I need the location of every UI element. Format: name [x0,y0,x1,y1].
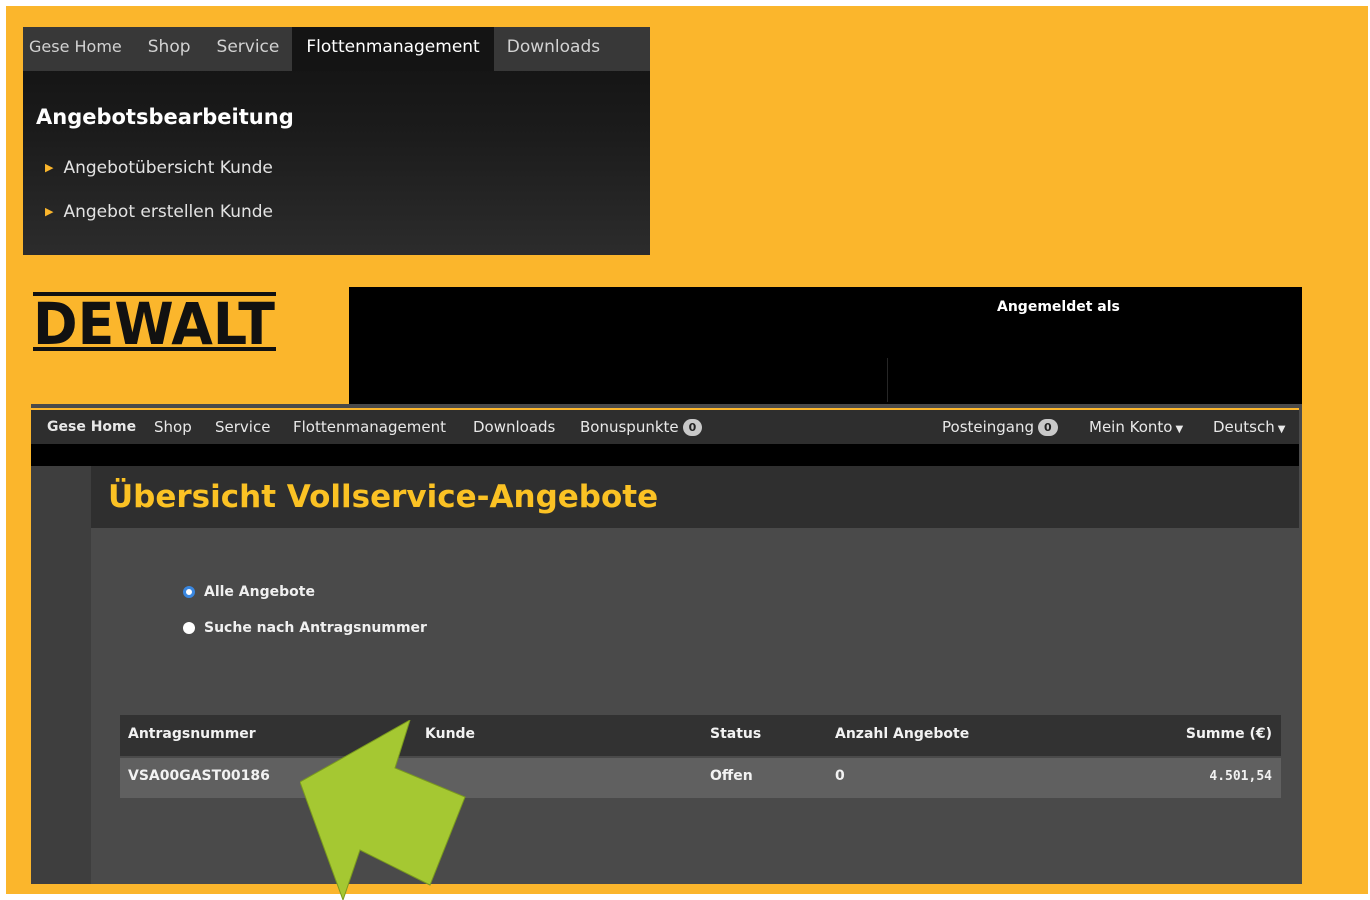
flottenmanagement-dropdown: Gese Home Shop Service Flottenmanagement… [23,27,650,255]
cell-antragsnummer[interactable]: VSA00GAST00186 [128,768,270,784]
radio-label: Alle Angebote [204,584,315,600]
caret-down-icon: ▼ [1175,424,1184,435]
column-header[interactable]: Summe (€) [1186,726,1272,742]
radio-label: Suche nach Antragsnummer [204,620,427,636]
nav-flottenmanagement[interactable]: Flottenmanagement [292,27,494,71]
nav-shop[interactable]: Shop [154,410,192,444]
nav-gese-home[interactable]: Gese Home [47,410,136,444]
column-header[interactable]: Antragsnummer [128,726,256,742]
page-title: Übersicht Vollservice-Angebote [108,479,659,515]
table-row[interactable]: VSA00GAST00186 Offen 0 4.501,54 [120,758,1281,798]
link-angebot-erstellen-kunde[interactable]: ▶ Angebot erstellen Kunde [45,202,273,222]
table-header: Antragsnummer Kunde Status Anzahl Angebo… [120,715,1281,756]
nav-spacer [31,444,1299,466]
column-header[interactable]: Anzahl Angebote [835,726,969,742]
radio-alle-angebote[interactable]: Alle Angebote [183,584,315,600]
main-nav: Gese Home Shop Service Flottenmanagement… [31,408,1299,446]
nav-bonuspunkte[interactable]: Bonuspunkte 0 [580,410,703,444]
language-label: Deutsch [1213,418,1275,436]
dropdown-section-title: Angebotsbearbeitung [36,105,294,129]
radio-suche-antragsnummer[interactable]: Suche nach Antragsnummer [183,620,427,636]
cell-summe: 4.501,54 [1209,769,1272,784]
nav-downloads[interactable]: Downloads [473,410,555,444]
bonus-label: Bonuspunkte [580,418,679,436]
link-label: Angebot erstellen Kunde [63,202,273,222]
logged-in-label: Angemeldet als [997,299,1120,315]
account-label: Mein Konto [1089,418,1173,436]
nav-shop[interactable]: Shop [135,27,204,71]
nav-service[interactable]: Service [204,27,293,71]
left-panel [31,466,91,884]
nav-posteingang[interactable]: Posteingang 0 [942,410,1058,444]
cell-status: Offen [710,768,753,784]
column-header[interactable]: Status [710,726,761,742]
dewalt-logo[interactable]: DEWALT [31,290,279,358]
green-pointer-arrow-icon [300,720,466,900]
nav-service[interactable]: Service [215,410,270,444]
link-label: Angebotübersicht Kunde [63,158,273,178]
cell-anzahl-angebote: 0 [835,768,845,784]
triangle-right-icon: ▶ [45,161,54,174]
site-header [349,287,1302,408]
language-selector[interactable]: Deutsch ▼ [1213,410,1285,447]
dropdown-top-nav: Gese Home Shop Service Flottenmanagement… [23,27,650,71]
caret-down-icon: ▼ [1277,424,1286,435]
triangle-right-icon: ▶ [45,205,54,218]
inbox-count-badge: 0 [1038,419,1058,436]
nav-flottenmanagement[interactable]: Flottenmanagement [293,410,446,444]
header-divider [887,358,888,402]
radio-button-checked[interactable] [183,586,195,598]
nav-gese-home[interactable]: Gese Home [23,27,135,71]
nav-downloads[interactable]: Downloads [494,27,613,71]
svg-text:DEWALT: DEWALT [33,290,275,354]
radio-button[interactable] [183,622,195,634]
bonus-count-badge: 0 [682,419,703,436]
inbox-label: Posteingang [942,418,1035,436]
nav-mein-konto[interactable]: Mein Konto ▼ [1089,410,1183,447]
link-angebotuebersicht-kunde[interactable]: ▶ Angebotübersicht Kunde [45,158,273,178]
